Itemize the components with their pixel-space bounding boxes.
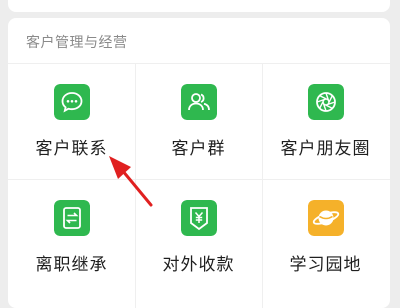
transfer-icon <box>53 200 90 236</box>
customer-contact-tile[interactable]: 客户联系 <box>8 64 135 192</box>
section-title: 客户管理与经营 <box>26 35 128 51</box>
customer-group-tile[interactable]: 客户群 <box>135 64 262 192</box>
tile-label: 客户群 <box>171 139 226 159</box>
planet-icon <box>307 200 344 236</box>
external-payment-tile[interactable]: 对外收款 <box>135 180 262 308</box>
customer-management-card: 客户管理与经营 客户联系 客户群 客户朋友圈 离职继承 对外收款 学习园地 <box>8 18 390 308</box>
aperture-icon <box>307 84 344 120</box>
tile-label: 离职继承 <box>35 255 108 275</box>
tile-label: 客户联系 <box>35 139 108 159</box>
previous-card <box>8 0 390 12</box>
tile-label: 客户朋友圈 <box>280 139 371 159</box>
chat-bubble-icon <box>53 84 90 120</box>
resignation-inheritance-tile[interactable]: 离职继承 <box>8 180 135 308</box>
group-people-icon <box>180 84 217 120</box>
learning-center-tile[interactable]: 学习园地 <box>262 180 389 308</box>
tile-label: 对外收款 <box>162 255 235 275</box>
tile-label: 学习园地 <box>289 255 362 275</box>
yuan-shield-icon <box>180 200 217 236</box>
customer-moments-tile[interactable]: 客户朋友圈 <box>262 64 389 192</box>
